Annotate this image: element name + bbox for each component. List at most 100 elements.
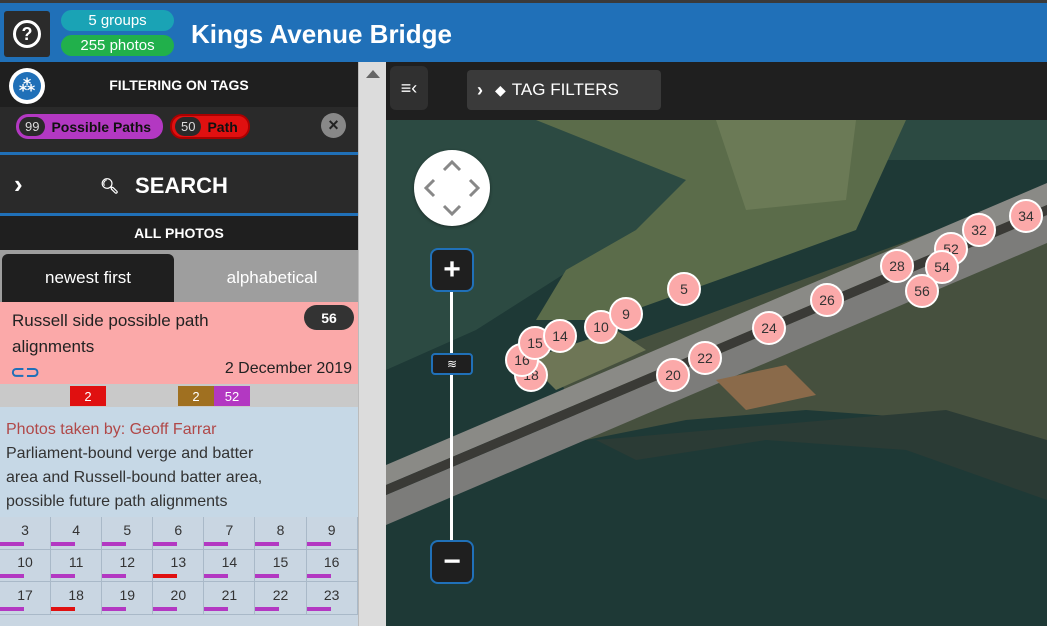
photo-number: 14 — [221, 554, 238, 571]
tag-indicator — [0, 574, 24, 578]
tag-count-chip: 2 — [178, 386, 214, 406]
photo-number: 9 — [327, 521, 336, 538]
photo-number: 10 — [17, 554, 33, 571]
tag-filters-button[interactable]: › ◆ TAG FILTERS — [467, 70, 661, 110]
photo-number: 21 — [221, 586, 238, 603]
photo-thumb[interactable]: 11 — [51, 549, 103, 582]
tag-chip-possible-paths[interactable]: 99 Possible Paths — [16, 114, 163, 139]
photo-marker[interactable]: 5 — [667, 272, 701, 306]
search-label: SEARCH — [135, 173, 228, 198]
tag-name: Possible Paths — [51, 118, 152, 135]
tag-indicator — [204, 574, 229, 578]
tag-count: 50 — [175, 117, 202, 136]
tag-count: 99 — [19, 117, 46, 136]
photo-marker[interactable]: 34 — [1009, 199, 1043, 233]
photo-number: 4 — [72, 521, 81, 538]
photo-thumb[interactable]: 12 — [102, 549, 154, 582]
group-description: Photos taken by: Geoff Farrar Parliament… — [0, 407, 358, 519]
group-count-badge: 56 — [304, 305, 354, 330]
photo-marker[interactable]: 14 — [543, 319, 577, 353]
tag-indicator — [255, 541, 280, 546]
photo-thumb[interactable]: 8 — [255, 517, 307, 550]
scrollbar[interactable] — [358, 62, 386, 626]
tag-filters-label: TAG FILTERS — [511, 80, 619, 99]
photo-thumb[interactable]: 7 — [204, 517, 256, 550]
tag-indicator — [306, 606, 331, 611]
tag-indicator — [306, 541, 331, 546]
photo-thumb[interactable]: 5 — [102, 517, 154, 550]
zoom-slider-track[interactable] — [450, 292, 453, 540]
link-icon[interactable]: ⊂⊃ — [10, 362, 40, 383]
photo-number: 19 — [119, 586, 136, 603]
pan-control[interactable] — [414, 150, 490, 226]
tag-chip-path[interactable]: 50 Path — [170, 114, 250, 139]
tag-indicator — [204, 541, 229, 546]
tag-indicator — [255, 606, 280, 611]
search-bar[interactable]: › 🔍︎ SEARCH — [0, 152, 358, 216]
photo-number: 20 — [170, 586, 187, 603]
photo-thumb[interactable]: 4 — [51, 517, 103, 550]
photo-thumb[interactable]: 19 — [102, 582, 154, 615]
photo-marker[interactable]: 32 — [962, 213, 996, 247]
photo-marker[interactable]: 9 — [609, 297, 643, 331]
photo-thumb[interactable]: 17 — [0, 582, 52, 615]
photo-thumb[interactable]: 21 — [204, 582, 256, 615]
zoom-in-button[interactable]: + — [430, 248, 474, 292]
sort-tabs: newest first alphabetical — [0, 250, 358, 302]
photo-number: 17 — [17, 586, 33, 603]
page-title: Kings Avenue Bridge — [191, 19, 453, 49]
photo-marker[interactable]: 22 — [688, 341, 722, 375]
photo-marker[interactable]: 28 — [880, 249, 914, 283]
scroll-up-icon[interactable] — [366, 70, 380, 78]
filter-toggle-icon[interactable]: ⁂ — [9, 68, 45, 104]
photo-marker[interactable]: 56 — [905, 274, 939, 308]
photo-number: 8 — [276, 521, 285, 538]
photo-thumb[interactable]: 16 — [306, 549, 358, 582]
help-button[interactable]: ? — [4, 11, 50, 57]
zoom-out-button[interactable]: − — [430, 540, 474, 584]
tag-count-chip: 2 — [70, 386, 106, 406]
chevron-right-icon[interactable]: › — [14, 169, 23, 200]
photo-marker[interactable]: 24 — [752, 311, 786, 345]
map-toolbar: ≡‹ › ◆ TAG FILTERS — [386, 62, 1047, 120]
photo-thumb[interactable]: 22 — [255, 582, 307, 615]
tag-indicator — [102, 541, 127, 546]
photo-grid: 3 4 5 6 7 8 9 10 11 12 13 14 15 16 17 18 19 20 21 22 23 — [0, 517, 358, 626]
photo-thumb[interactable]: 6 — [153, 517, 205, 550]
photo-marker[interactable]: 26 — [810, 283, 844, 317]
photo-thumb[interactable]: 15 — [255, 549, 307, 582]
photo-thumb[interactable]: 20 — [153, 582, 205, 615]
pan-arrows-icon — [423, 159, 481, 217]
photo-thumb[interactable]: 10 — [0, 549, 52, 582]
description-text: Parliament-bound verge and batter area a… — [6, 445, 263, 510]
photos-badge[interactable]: 255 photos — [61, 35, 174, 56]
tag-indicator — [153, 606, 178, 611]
all-photos-heading[interactable]: ALL PHOTOS — [0, 216, 358, 250]
photo-number: 7 — [225, 521, 234, 538]
groups-badge[interactable]: 5 groups — [61, 10, 174, 31]
group-title: Russell side possible path alignments — [12, 311, 209, 356]
photo-thumb[interactable]: 14 — [204, 549, 256, 582]
tag-indicator — [153, 574, 178, 578]
clear-filter-icon[interactable]: × — [321, 113, 346, 138]
photo-thumb[interactable]: 3 — [0, 517, 52, 550]
photo-marker[interactable]: 20 — [656, 358, 690, 392]
photo-number: 6 — [174, 521, 183, 538]
group-card[interactable]: Russell side possible path alignments 56… — [0, 302, 358, 384]
tab-alphabetical[interactable]: alphabetical — [186, 254, 358, 302]
photo-number: 16 — [323, 554, 340, 571]
collapse-panel-icon[interactable]: ≡‹ — [390, 66, 428, 110]
tab-newest-first[interactable]: newest first — [2, 254, 174, 302]
photo-thumb[interactable]: 18 — [51, 582, 103, 615]
zoom-slider-handle[interactable]: ≋ — [431, 353, 473, 375]
tag-indicator — [51, 541, 76, 546]
tag-indicator — [255, 574, 280, 578]
group-date: 2 December 2019 — [224, 360, 352, 377]
photo-thumb[interactable]: 23 — [306, 582, 358, 615]
photo-thumb[interactable]: 13 — [153, 549, 205, 582]
photo-thumb[interactable]: 9 — [306, 517, 358, 550]
photo-number: 12 — [119, 554, 136, 571]
tag-indicator — [0, 541, 24, 546]
photo-number: 15 — [272, 554, 289, 571]
chevron-right-icon: › — [477, 79, 483, 100]
